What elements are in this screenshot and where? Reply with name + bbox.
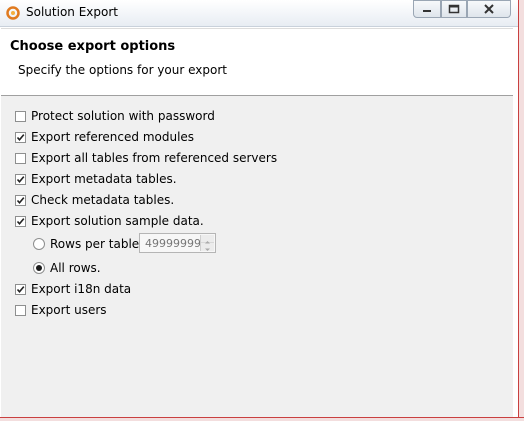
app-logo-icon <box>6 6 20 20</box>
option-export-sample-data[interactable]: Export solution sample data. <box>15 213 204 229</box>
spinner-arrows <box>200 235 214 251</box>
option-protect-password[interactable]: Protect solution with password <box>15 108 215 124</box>
checkmark-icon <box>16 285 25 293</box>
radio-label: All rows. <box>50 261 101 275</box>
spinner-down-button[interactable] <box>201 243 214 251</box>
checkmark-icon <box>16 196 25 204</box>
minimize-icon <box>423 10 431 12</box>
window-frame-right <box>518 0 524 421</box>
radio-label: Rows per table: <box>50 237 144 251</box>
radio-rows-per-table[interactable]: Rows per table: <box>33 236 143 252</box>
checkmark-icon <box>16 175 25 183</box>
options-panel: Protect solution with password Export re… <box>1 96 513 417</box>
option-label: Export metadata tables. <box>31 172 177 186</box>
option-label: Export all tables from referenced server… <box>31 151 278 165</box>
option-check-metadata-tables[interactable]: Check metadata tables. <box>15 192 174 208</box>
arrow-down-icon <box>205 248 210 251</box>
option-label: Export referenced modules <box>31 130 195 144</box>
checkbox[interactable] <box>15 283 26 295</box>
checkbox[interactable] <box>15 110 26 122</box>
spinner-up-button[interactable] <box>201 235 214 244</box>
checkbox[interactable] <box>15 304 26 316</box>
window-title: Solution Export <box>26 5 118 19</box>
rows-per-table-spinner[interactable]: 49999999 <box>139 233 216 253</box>
option-export-i18n[interactable]: Export i18n data <box>15 281 131 297</box>
checkbox[interactable] <box>15 152 26 164</box>
minimize-button[interactable] <box>413 0 441 18</box>
radio-button[interactable] <box>33 262 45 274</box>
option-label: Export users <box>31 303 107 317</box>
title-bar[interactable]: Solution Export <box>0 0 524 27</box>
option-label: Export i18n data <box>31 282 132 296</box>
checkmark-icon <box>16 133 25 141</box>
option-label: Check metadata tables. <box>31 193 175 207</box>
radio-button[interactable] <box>33 238 45 250</box>
radio-selected-dot <box>36 265 42 271</box>
checkbox[interactable] <box>15 173 26 185</box>
window-frame-bottom <box>0 417 524 421</box>
rows-per-table-value: 49999999 <box>145 237 201 250</box>
maximize-button[interactable] <box>441 0 467 18</box>
page-description: Specify the options for your export <box>18 63 227 77</box>
checkbox[interactable] <box>15 194 26 206</box>
close-icon <box>484 4 494 14</box>
option-export-all-tables[interactable]: Export all tables from referenced server… <box>15 150 277 166</box>
page-title: Choose export options <box>10 39 176 54</box>
option-export-metadata-tables[interactable]: Export metadata tables. <box>15 171 177 187</box>
close-button[interactable] <box>467 0 511 18</box>
checkmark-icon <box>16 217 25 225</box>
maximize-icon <box>448 4 460 14</box>
checkbox[interactable] <box>15 131 26 143</box>
option-export-referenced-modules[interactable]: Export referenced modules <box>15 129 194 145</box>
option-export-users[interactable]: Export users <box>15 302 107 318</box>
checkbox[interactable] <box>15 215 26 227</box>
option-label: Export solution sample data. <box>31 214 204 228</box>
wizard-header: Choose export options Specify the option… <box>1 28 513 96</box>
radio-all-rows[interactable]: All rows. <box>33 260 101 276</box>
option-label: Protect solution with password <box>31 109 215 123</box>
